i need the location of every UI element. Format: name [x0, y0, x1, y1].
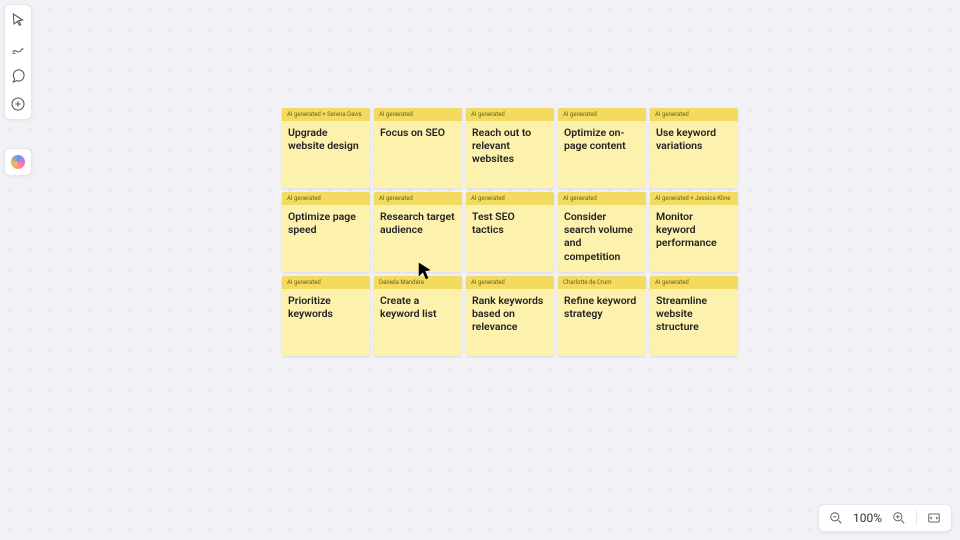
draw-tool[interactable] [7, 37, 29, 59]
note-text[interactable]: Reach out to relevant websites [466, 121, 554, 188]
sticky-note[interactable]: AI generated Focus on SEO [374, 108, 462, 188]
copilot-button[interactable] [4, 148, 32, 176]
select-tool[interactable] [7, 9, 29, 31]
note-author: Charlotte de Crum [558, 276, 646, 289]
sticky-note[interactable]: AI generated + Serena Davis Upgrade webs… [282, 108, 370, 188]
copilot-icon [11, 155, 25, 169]
note-text[interactable]: Rank keywords based on relevance [466, 289, 554, 356]
sticky-note[interactable]: AI generated Optimize page speed [282, 192, 370, 272]
note-author: AI generated [466, 108, 554, 121]
note-author: AI generated [466, 276, 554, 289]
comment-tool[interactable] [7, 65, 29, 87]
sticky-note[interactable]: AI generated Optimize on-page content [558, 108, 646, 188]
note-text[interactable]: Prioritize keywords [282, 289, 370, 356]
fit-screen-button[interactable] [925, 509, 943, 527]
note-text[interactable]: Focus on SEO [374, 121, 462, 188]
note-text[interactable]: Test SEO tactics [466, 205, 554, 272]
zoom-out-button[interactable] [827, 509, 845, 527]
sticky-note[interactable]: AI generated Streamline website structur… [650, 276, 738, 356]
note-author: AI generated [282, 276, 370, 289]
note-text[interactable]: Monitor keyword performance [650, 205, 738, 272]
note-text[interactable]: Consider search volume and competition [558, 205, 646, 272]
zoom-bar: 100% [818, 504, 952, 532]
note-author: AI generated [558, 108, 646, 121]
note-text[interactable]: Upgrade website design [282, 121, 370, 188]
note-author: Daniela Mandera [374, 276, 462, 289]
sticky-note[interactable]: AI generated Test SEO tactics [466, 192, 554, 272]
note-author: AI generated [374, 108, 462, 121]
sticky-note[interactable]: AI generated Use keyword variations [650, 108, 738, 188]
sticky-note[interactable]: Charlotte de Crum Refine keyword strateg… [558, 276, 646, 356]
left-toolbar [4, 4, 32, 120]
note-text[interactable]: Refine keyword strategy [558, 289, 646, 356]
note-author: AI generated + Serena Davis [282, 108, 370, 121]
sticky-note[interactable]: Daniela Mandera Create a keyword list [374, 276, 462, 356]
zoom-in-button[interactable] [890, 509, 908, 527]
sticky-note[interactable]: AI generated Research target audience [374, 192, 462, 272]
note-text[interactable]: Optimize on-page content [558, 121, 646, 188]
note-text[interactable]: Use keyword variations [650, 121, 738, 188]
add-tool[interactable] [7, 93, 29, 115]
note-author: AI generated [282, 192, 370, 205]
note-text[interactable]: Create a keyword list [374, 289, 462, 356]
note-author: AI generated [650, 108, 738, 121]
sticky-note[interactable]: AI generated Reach out to relevant websi… [466, 108, 554, 188]
note-text[interactable]: Research target audience [374, 205, 462, 272]
sticky-note[interactable]: AI generated Prioritize keywords [282, 276, 370, 356]
note-author: AI generated [558, 192, 646, 205]
separator [916, 510, 917, 526]
sticky-note[interactable]: AI generated Consider search volume and … [558, 192, 646, 272]
sticky-note[interactable]: AI generated Rank keywords based on rele… [466, 276, 554, 356]
sticky-note[interactable]: AI generated + Jessica Kline Monitor key… [650, 192, 738, 272]
sticky-board[interactable]: AI generated + Serena Davis Upgrade webs… [282, 108, 738, 356]
note-author: AI generated [374, 192, 462, 205]
note-author: AI generated [650, 276, 738, 289]
note-author: AI generated + Jessica Kline [650, 192, 738, 205]
note-text[interactable]: Optimize page speed [282, 205, 370, 272]
note-author: AI generated [466, 192, 554, 205]
zoom-level[interactable]: 100% [853, 511, 882, 525]
note-text[interactable]: Streamline website structure [650, 289, 738, 356]
